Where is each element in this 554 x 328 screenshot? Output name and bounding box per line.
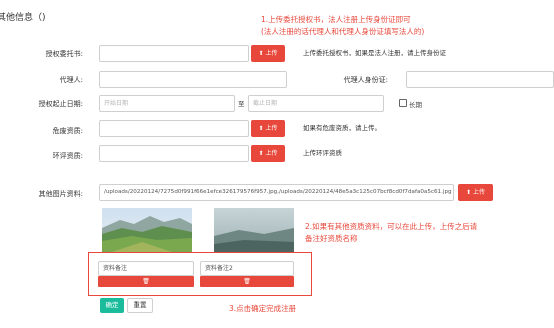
other-images-input[interactable]: /uploads/20220124/7275d0f991f66e1efce326… xyxy=(99,184,454,201)
upload-label: 上传 xyxy=(265,125,278,132)
agent-label: 代理人: xyxy=(59,76,83,84)
remark-input-2[interactable]: 资料备注2 xyxy=(200,261,294,276)
agent-input[interactable] xyxy=(99,71,287,88)
auth-letter-label: 授权委托书: xyxy=(45,50,83,58)
date-separator: 至 xyxy=(238,100,245,108)
section-title: 其他信息（) xyxy=(0,13,46,23)
other-images-upload-button[interactable]: ⬆ 上传 xyxy=(458,184,493,201)
agent-id-label: 代理人身份证: xyxy=(343,76,388,84)
hazard-qual-label: 危废资质: xyxy=(52,127,83,135)
upload-icon: ⬆ xyxy=(258,150,264,157)
long-term-checkbox[interactable] xyxy=(399,99,407,107)
hazard-qual-upload-button[interactable]: ⬆ 上传 xyxy=(251,120,285,137)
env-eval-field[interactable] xyxy=(99,145,249,162)
annotation-note-1a: 1.上传委托授权书，法人注册上传身份证即可 xyxy=(261,15,411,24)
annotation-note-3: 3.点击确定完成注册 xyxy=(229,304,297,313)
auth-letter-field[interactable] xyxy=(99,45,249,62)
annotation-note-1b: (法人注册的话代理人和代理人身份证填写法人的) xyxy=(261,27,425,36)
upload-label: 上传 xyxy=(473,189,486,196)
other-image-thumb-2[interactable] xyxy=(214,208,294,252)
env-eval-upload-button[interactable]: ⬆ 上传 xyxy=(251,145,285,162)
upload-label: 上传 xyxy=(265,50,278,57)
auth-letter-upload-button[interactable]: ⬆ 上传 xyxy=(251,45,285,62)
annotation-note-2b: 备注好资质名称 xyxy=(305,234,358,243)
trash-icon: 🗑 xyxy=(243,278,251,285)
other-image-thumb-1[interactable] xyxy=(102,208,192,252)
upload-icon: ⬆ xyxy=(465,189,471,196)
hazard-qual-hint: 如果有危废资质，请上传。 xyxy=(303,124,381,132)
delete-image-1-button[interactable]: 🗑 xyxy=(98,276,194,287)
end-date-input[interactable]: 截止日期 xyxy=(248,95,384,112)
annotation-note-2a: 2.如果有其他资质资料，可以在此上传，上传之后请 xyxy=(305,222,478,231)
delete-image-2-button[interactable]: 🗑 xyxy=(200,276,294,287)
env-eval-hint: 上传环评资质 xyxy=(303,149,342,157)
trash-icon: 🗑 xyxy=(142,278,150,285)
upload-label: 上传 xyxy=(265,150,278,157)
mountain-meadow-image xyxy=(102,208,192,252)
misty-landscape-image xyxy=(214,208,294,252)
auth-letter-hint: 上传委托授权书，如果是法人注册，请上传身份证 xyxy=(303,49,446,57)
upload-icon: ⬆ xyxy=(258,50,264,57)
long-term-label: 长期 xyxy=(409,101,422,109)
start-date-input[interactable]: 开始日期 xyxy=(99,95,235,112)
env-eval-label: 环评资质: xyxy=(52,152,83,160)
hazard-qual-field[interactable] xyxy=(99,120,249,137)
upload-icon: ⬆ xyxy=(258,125,264,132)
agent-id-input[interactable] xyxy=(406,71,554,88)
remark-input-1[interactable]: 资料备注 xyxy=(98,261,194,276)
confirm-button[interactable]: 确定 xyxy=(100,298,124,313)
auth-period-label: 授权起止日期: xyxy=(38,100,83,108)
other-images-label: 其他图片资料: xyxy=(38,190,83,198)
reset-button[interactable]: 重置 xyxy=(127,298,153,313)
